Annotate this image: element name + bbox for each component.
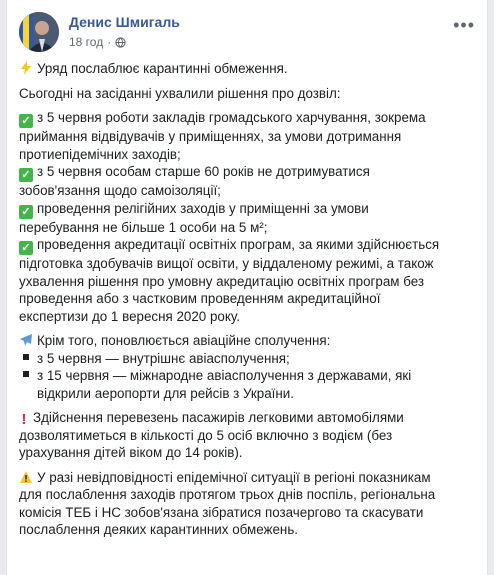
paragraph-transport: ! Здійснення перевезень пасажирів легкови… (19, 409, 479, 462)
paragraph-decisions: ✓ з 5 червня роботи закладів громадського… (19, 109, 479, 325)
airplane-icon (20, 334, 32, 346)
text-line: зобов'язання щодо самоізоляції; (19, 183, 221, 198)
text-line: ухвалення рішення про умовну акредитацію… (19, 273, 425, 289)
paragraph-aviation: Крім того, поновлюється авіаційне сполуч… (19, 332, 479, 402)
bullet-icon (23, 371, 29, 377)
text-line: Крім того, поновлюється авіаційне сполуч… (19, 332, 479, 350)
check-mark-icon: ✓ (19, 114, 33, 128)
text-line: приймання відвідувачів у приміщеннях, за… (19, 129, 402, 144)
text-line: з 15 червня — міжнародне авіасполучення … (19, 367, 479, 385)
text-line: відкрили аеропорти для рейсів з України. (37, 385, 294, 401)
check-mark-icon: ✓ (19, 204, 33, 219)
bullet-icon (23, 353, 29, 360)
text-line: комісія ТЕБ і НС зобов'язана зібратися п… (19, 504, 424, 520)
text-line: ✓ з 5 червня особам старше 60 років не до… (19, 163, 479, 182)
lightning-emoji-icon (21, 61, 31, 75)
globe-icon (115, 36, 126, 48)
post-time[interactable]: 18 год (69, 35, 103, 49)
text-line: з 5 червня — внутрішнє авіасполучення; (19, 350, 479, 368)
more-options-icon[interactable]: ••• (453, 16, 475, 34)
text-line: ✓ проведення акредитації освітніх програм… (19, 236, 479, 255)
warning-icon (20, 470, 32, 483)
post-meta: 18 год · (69, 35, 126, 49)
meta-separator: · (107, 35, 112, 49)
text-line: Сьогодні на засіданні ухвалили рішення п… (19, 85, 341, 101)
text-line: проведення або з частковим проведенням а… (19, 291, 381, 306)
paragraph-warning: У разі невідповідності епідемічної ситуа… (19, 469, 479, 539)
text-line: протиепідемічних заходів; (19, 146, 181, 162)
paragraph-decisions-intro: Сьогодні на засіданні ухвалили рішення п… (19, 85, 479, 103)
text-line: урахування дітей віком до 14 років). (19, 445, 243, 460)
text-line: ✓ проведення релігійних заходів у приміще… (19, 200, 479, 219)
exclamation-icon: ! (21, 411, 27, 428)
author-avatar[interactable] (19, 12, 59, 52)
text-line: підготовка здобувачів вищої освіти, у ві… (19, 256, 434, 271)
text-line: для послаблення заходів протягом трьох д… (19, 487, 436, 502)
text-line: дозволятиметься в кількості до 5 осіб вк… (19, 427, 393, 443)
text-line: ✓ з 5 червня роботи закладів громадського… (19, 109, 479, 128)
text-line: експертизи до 1 вересня 2020 року. (19, 308, 240, 324)
text-line: послаблення деяких карантинних обмежень. (19, 522, 299, 537)
avatar-photo (19, 12, 59, 52)
text-line: У разі невідповідності епідемічної ситуа… (19, 469, 479, 487)
text-line: ! Здійснення перевезень пасажирів легкови… (19, 409, 479, 428)
author-name[interactable]: Денис Шмигаль (69, 14, 180, 30)
paragraph-intro: Уряд послаблює карантинні обмеження. (19, 60, 479, 78)
post-body: Уряд послаблює карантинні обмеження. Сьо… (19, 60, 479, 546)
check-mark-icon: ✓ (19, 168, 33, 182)
post-header: Денис Шмигаль 18 год · ••• (19, 12, 475, 56)
text-line: перебування не більше 1 особи на 5 м²; (19, 219, 268, 235)
check-mark-icon: ✓ (19, 241, 33, 255)
post-card: Денис Шмигаль 18 год · ••• Уряд послаблю… (6, 0, 488, 575)
text-line: Уряд послаблює карантинні обмеження. (19, 60, 479, 78)
